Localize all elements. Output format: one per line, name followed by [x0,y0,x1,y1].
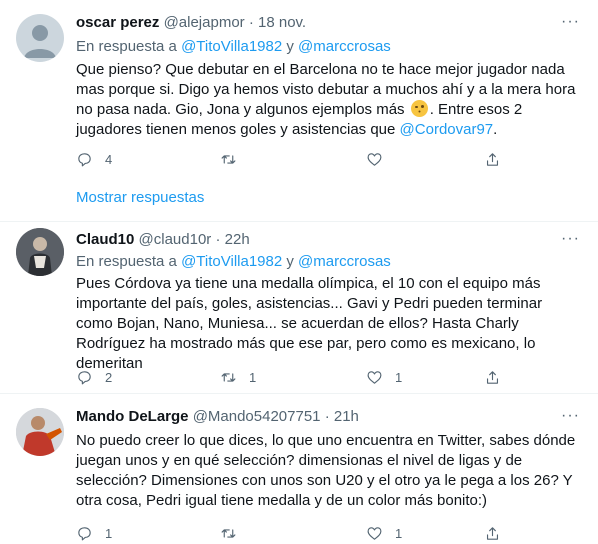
reply-mention-1[interactable]: @TitoVilla1982 [181,253,282,270]
like-button[interactable]: 1 [366,523,402,543]
reply-context: En respuesta a @TitoVilla1982 y @marccro… [76,37,391,57]
display-name[interactable]: oscar perez [76,14,159,31]
heart-icon [367,370,382,384]
tweet-actions: 1 1 [76,523,516,543]
user-handle[interactable]: @alejapmor [164,14,245,31]
tweet-2[interactable]: Claud10 @claud10r · 22h ··· En respuesta… [0,222,598,392]
reply-count: 4 [105,151,113,167]
avatar-default[interactable] [16,14,64,62]
tweet-text: Que pienso? Que debutar en el Barcelona … [76,60,576,140]
dot-separator: · [324,408,330,425]
user-handle[interactable]: @Mando54207751 [193,408,321,425]
retweet-icon [221,154,236,164]
like-count: 1 [395,525,403,541]
share-button[interactable] [484,367,501,387]
user-photo-icon [16,228,64,276]
share-icon [486,370,499,384]
timestamp[interactable]: 21h [334,408,359,425]
display-name[interactable]: Mando DeLarge [76,408,189,425]
reply-icon [78,526,91,540]
timestamp[interactable]: 18 nov. [258,14,306,31]
user-photo-icon [16,408,64,456]
retweet-count: 1 [249,369,257,385]
more-horizontal-icon[interactable]: ··· [561,229,580,249]
tweet-text: No puedo creer lo que dices, lo que uno … [76,432,576,509]
share-button[interactable] [484,523,501,543]
tweet-3[interactable]: Mando DeLarge @Mando54207751 · 21h ··· N… [0,394,598,544]
retweet-button[interactable] [220,523,249,543]
tweet-header: oscar perez @alejapmor · 18 nov. [76,13,306,33]
tweet-header: Mando DeLarge @Mando54207751 · 21h [76,407,359,427]
default-user-icon [24,25,56,58]
reply-button[interactable]: 4 [76,149,112,169]
tweet-mention[interactable]: @Cordovar97 [400,121,494,138]
tweet-text-part-3: . [493,121,498,138]
reply-icon [78,152,91,166]
reply-and: y [286,38,294,55]
tweet-text: Pues Córdova ya tiene una medalla olímpi… [76,275,543,372]
more-horizontal-icon[interactable]: ··· [561,406,580,426]
reply-button[interactable]: 1 [76,523,112,543]
tweet-1[interactable]: oscar perez @alejapmor · 18 nov. ··· En … [0,0,598,182]
display-name[interactable]: Claud10 [76,231,134,248]
reply-and: y [286,253,294,270]
reply-count: 2 [105,369,113,385]
tweet-actions: 2 1 1 [76,367,516,387]
share-button[interactable] [484,149,501,169]
reply-prefix: En respuesta a [76,253,177,270]
like-count: 1 [395,369,403,385]
share-icon [486,526,499,540]
heart-icon [367,526,382,540]
retweet-icon [221,372,236,382]
reply-mention-2[interactable]: @marccrosas [298,253,391,270]
more-horizontal-icon[interactable]: ··· [561,12,580,32]
reply-button[interactable]: 2 [76,367,112,387]
show-more-replies-link[interactable]: Mostrar respuestas [76,188,204,208]
avatar-claud10[interactable] [16,228,64,276]
reply-context: En respuesta a @TitoVilla1982 y @marccro… [76,252,391,272]
reply-mention-2[interactable]: @marccrosas [298,38,391,55]
like-button[interactable] [366,149,395,169]
share-icon [486,152,499,166]
user-handle[interactable]: @claud10r [139,231,212,248]
reply-count: 1 [105,525,113,541]
reply-mention-1[interactable]: @TitoVilla1982 [181,38,282,55]
dot-separator: · [215,231,221,248]
reply-prefix: En respuesta a [76,38,177,55]
heart-icon [367,152,382,166]
like-button[interactable]: 1 [366,367,402,387]
dot-separator: · [248,14,254,31]
reply-icon [78,370,91,384]
avatar-mando[interactable] [16,408,64,456]
tweet-header: Claud10 @claud10r · 22h [76,230,250,250]
tweet-actions: 4 [76,149,516,169]
retweet-button[interactable]: 1 [220,367,256,387]
winking-face-emoji-icon [410,100,428,117]
retweet-button[interactable] [220,149,249,169]
retweet-icon [221,528,236,538]
timestamp[interactable]: 22h [225,231,250,248]
